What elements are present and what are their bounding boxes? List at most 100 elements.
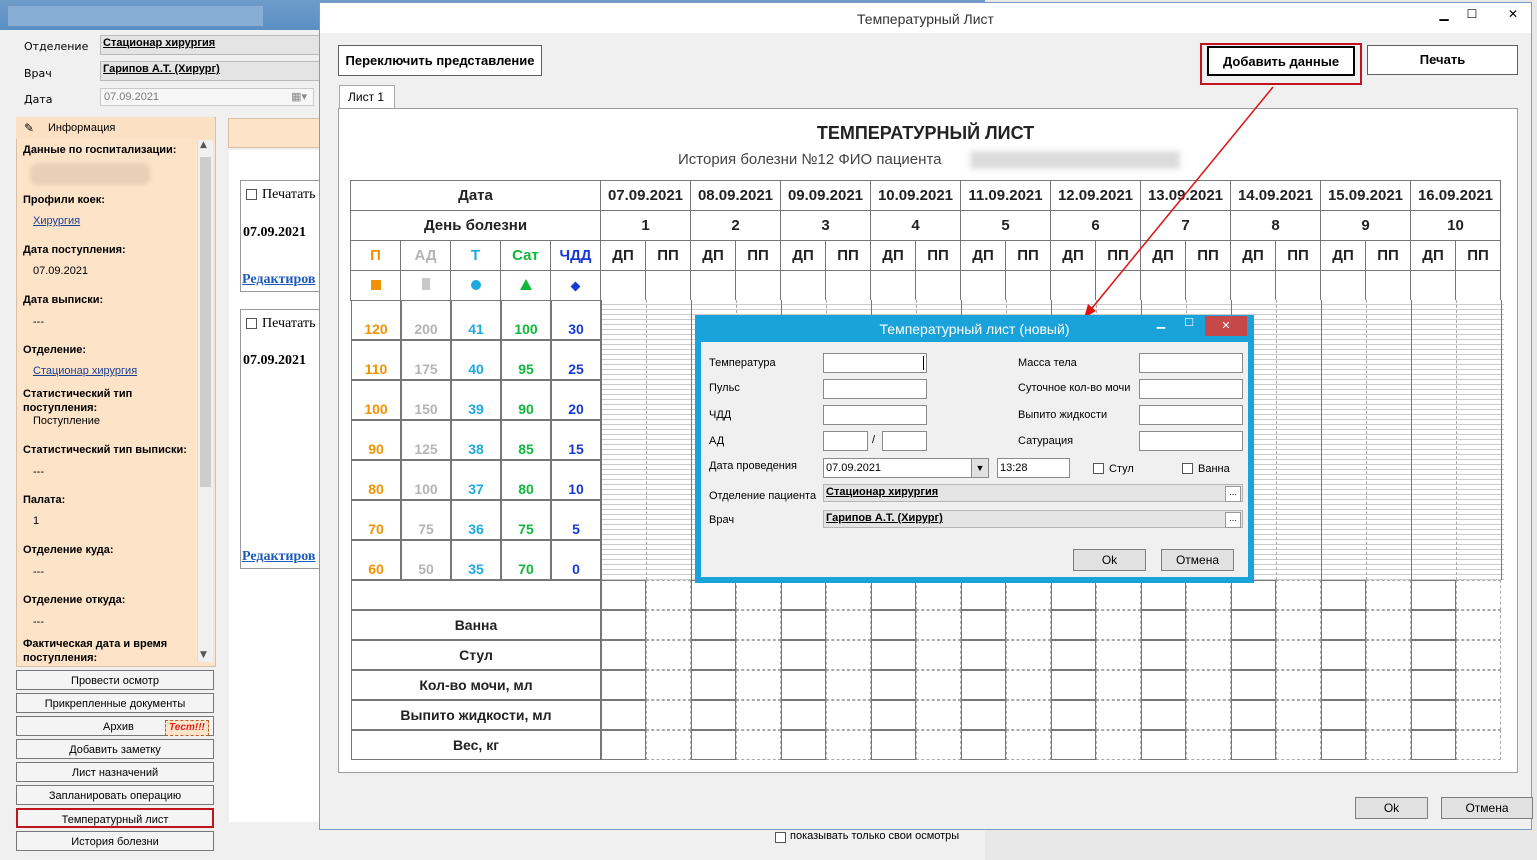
bottom-row-cell xyxy=(736,610,781,640)
row-date-label: Дата xyxy=(350,180,601,211)
dialog-close-icon[interactable]: ✕ xyxy=(1205,316,1247,336)
calendar-icon[interactable]: ▦▾ xyxy=(291,89,307,106)
bottom-row-cell xyxy=(646,700,691,730)
chart-cell xyxy=(915,270,961,301)
maximize-icon[interactable]: ☐ xyxy=(1457,5,1487,25)
attached-docs-button[interactable]: Прикрепленные документы xyxy=(16,693,214,713)
add-data-button[interactable]: Добавить данные xyxy=(1207,46,1355,76)
bottom-rows: Ванна Стул Кол-во мочи, мл Выпито жидкости,… xyxy=(351,580,1504,760)
bottom-row-cell xyxy=(1141,580,1186,610)
scale-value: 36 xyxy=(451,500,501,540)
bottom-row-cell xyxy=(736,700,781,730)
ad-systolic-input[interactable] xyxy=(823,431,868,451)
scroll-up-icon[interactable]: ▲ xyxy=(200,140,207,150)
temperature-input[interactable] xyxy=(823,353,927,373)
sheet-title: ТЕМПЕРАТУРНЫЙ ЛИСТ xyxy=(816,123,1035,143)
ellipsis-icon[interactable]: … xyxy=(1225,486,1241,502)
dialog-cancel-button[interactable]: Отмена xyxy=(1161,549,1234,571)
bottom-row-cell xyxy=(1411,670,1456,700)
bottom-row-cell xyxy=(916,700,961,730)
info-value-beds[interactable]: Хирургия xyxy=(33,215,80,227)
exam-button[interactable]: Провести осмотр xyxy=(16,670,214,690)
print-checkbox-1[interactable] xyxy=(246,189,257,200)
pp-header: ПП xyxy=(1455,240,1501,271)
mass-input[interactable] xyxy=(1139,353,1243,373)
day-cell: 4 xyxy=(870,210,961,241)
prescriptions-button[interactable]: Лист назначений xyxy=(16,762,214,782)
bg-card-2: Печатать 07.09.2021 Редактиров xyxy=(240,309,320,569)
edit-link-2[interactable]: Редактиров xyxy=(242,549,316,565)
urine-input[interactable] xyxy=(1139,379,1243,399)
own-only-checkbox[interactable] xyxy=(775,832,786,843)
sat-input[interactable] xyxy=(1139,431,1243,451)
info-header[interactable]: ✎ Информация xyxy=(16,117,214,139)
scale-value: 200 xyxy=(401,300,451,340)
doctor-field[interactable]: Гарипов А.Т. (Хирург) xyxy=(100,61,321,81)
bottom-row-label: Выпито жидкости, мл xyxy=(351,700,601,730)
dialog-maximize-icon[interactable]: ☐ xyxy=(1175,316,1203,336)
tab-sheet-1[interactable]: Лист 1 xyxy=(339,85,395,109)
day-cell: 1 xyxy=(600,210,691,241)
scroll-down-icon[interactable]: ▼ xyxy=(200,650,207,660)
date-cell: 16.09.2021 xyxy=(1410,180,1501,211)
chevron-down-icon[interactable]: ▼ xyxy=(971,459,988,477)
plan-surgery-button[interactable]: Запланировать операцию xyxy=(16,785,214,805)
edit-link-1[interactable]: Редактиров xyxy=(242,272,316,288)
dialog-doctor-field[interactable]: Гарипов А.Т. (Хирург) … xyxy=(823,510,1243,528)
chdd-input[interactable] xyxy=(823,405,927,425)
date-select[interactable]: 07.09.2021 ▼ xyxy=(823,458,989,478)
bottom-row-cell xyxy=(916,610,961,640)
bottom-row-cell xyxy=(691,670,736,700)
bottom-row-cell xyxy=(1456,700,1501,730)
archive-button[interactable]: Архив Тест!!! xyxy=(16,716,214,736)
drink-input[interactable] xyxy=(1139,405,1243,425)
bottom-row-cell xyxy=(1096,580,1141,610)
bottom-row-cell xyxy=(1006,580,1051,610)
bottom-row-cell xyxy=(1051,730,1096,760)
bottom-row-cell xyxy=(961,640,1006,670)
dialog-body: Температура Пульс ЧДД АД / Дата проведен… xyxy=(701,342,1248,577)
bottom-row-cell xyxy=(1321,670,1366,700)
add-note-button[interactable]: Добавить заметку xyxy=(16,739,214,759)
stool-checkbox[interactable] xyxy=(1093,463,1104,474)
dialog-minimize-icon[interactable]: ▁ xyxy=(1147,316,1175,336)
day-cell: 10 xyxy=(1410,210,1501,241)
patient-dept-field[interactable]: Стационар хирургия … xyxy=(823,484,1243,502)
ellipsis-icon[interactable]: … xyxy=(1225,512,1241,528)
bottom-row-cell xyxy=(1096,730,1141,760)
info-scrollbar[interactable]: ▲ ▼ xyxy=(197,140,213,662)
date-picker[interactable]: 07.09.2021 ▦▾ xyxy=(100,88,314,106)
case-history-button[interactable]: История болезни xyxy=(16,831,214,851)
time-input[interactable]: 13:28 xyxy=(997,458,1070,478)
bottom-row-cell xyxy=(1006,610,1051,640)
dialog-ok-button[interactable]: Ok xyxy=(1073,549,1146,571)
ad-diastolic-input[interactable] xyxy=(882,431,927,451)
bottom-row-cell xyxy=(1096,640,1141,670)
pulse-input[interactable] xyxy=(823,379,927,399)
minimize-icon[interactable]: ▁ xyxy=(1429,5,1459,25)
bottom-row-cell xyxy=(1231,640,1276,670)
bath-checkbox[interactable] xyxy=(1182,463,1193,474)
dept-field[interactable]: Стационар хирургия xyxy=(100,35,321,55)
bottom-row-cell xyxy=(1456,640,1501,670)
switch-view-button[interactable]: Переключить представление xyxy=(338,45,542,76)
bottom-row-cell xyxy=(691,580,736,610)
scale-value: 5 xyxy=(551,500,601,540)
close-icon[interactable]: ✕ xyxy=(1498,5,1528,25)
info-value-admission: 07.09.2021 xyxy=(33,265,89,277)
bottom-row-cell xyxy=(781,610,826,640)
print-checkbox-2[interactable] xyxy=(246,318,257,329)
print-button[interactable]: Печать xyxy=(1367,45,1518,75)
cancel-button[interactable]: Отмена xyxy=(1441,797,1533,819)
ok-button[interactable]: Ok xyxy=(1355,797,1428,819)
temperature-sheet-button[interactable]: Температурный лист xyxy=(16,808,214,828)
chart-cell xyxy=(600,270,646,301)
edit-icon: ✎ xyxy=(24,121,35,135)
bottom-row-cell xyxy=(826,640,871,670)
chart-cell xyxy=(780,270,826,301)
scroll-thumb[interactable] xyxy=(200,157,211,487)
bar-icon xyxy=(400,270,451,301)
sheet-subtitle: История болезни №12 ФИО пациента xyxy=(678,151,942,168)
info-value-dept[interactable]: Стационар хирургия xyxy=(33,365,137,377)
bottom-row-cell xyxy=(1141,730,1186,760)
